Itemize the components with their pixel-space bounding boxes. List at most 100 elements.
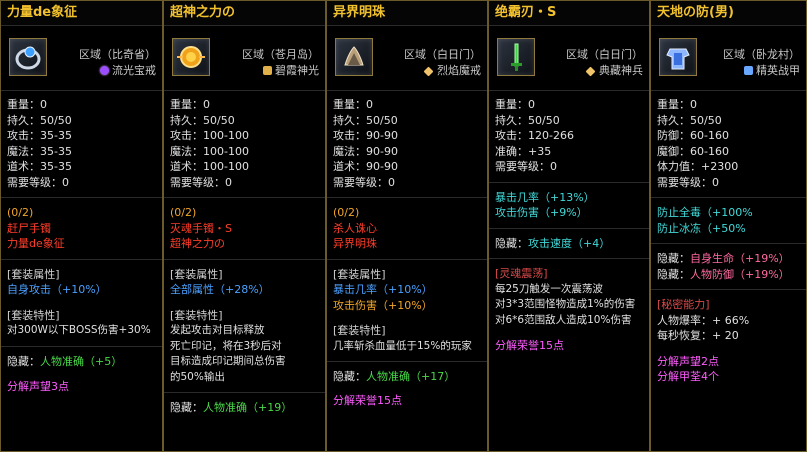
stat-durability: 持久：50/50 — [170, 113, 235, 127]
set-feature-header: [套装特性] — [7, 308, 60, 322]
item-stats: 重量：0 持久：50/50 攻击：120-266 准确：+35 需要等级：0 暴… — [489, 91, 649, 354]
set-name: 烈焰魔戒 — [423, 62, 481, 78]
set-item: 力量de象征 — [7, 237, 65, 250]
item-tooltip-1: 力量de象征 区域（比奇省） 流光宝戒 重量：0 持久：50/50 攻击：35-… — [0, 0, 163, 452]
secret-header: [秘密能力] — [657, 298, 710, 311]
decompose-reward: 分解甲荃4个 — [657, 370, 719, 383]
stat-attack: 攻击：35-35 — [7, 129, 72, 142]
set-item: 异界明珠 — [333, 237, 377, 250]
bonus-stat: 暴击几率（+13%） — [495, 190, 595, 204]
stat-durability: 持久：50/50 — [333, 113, 398, 127]
stat-weight: 重量：0 — [170, 98, 210, 111]
set-feature-line: 发起攻击对目标释放 — [170, 324, 265, 336]
divider — [1, 258, 162, 260]
stat-level: 需要等级：0 — [170, 175, 232, 189]
divider — [1, 197, 162, 198]
defense-bonus: 防止全毒（+100% — [657, 206, 753, 219]
gold-medal-item-icon[interactable] — [172, 38, 210, 76]
set-name: 碧霞神光 — [263, 62, 319, 78]
set-item: 超神之力の — [170, 237, 225, 250]
sword-item-icon[interactable] — [497, 38, 535, 76]
region-label: 区域（苍月岛） — [242, 48, 319, 61]
stat-hp: 体力值：+2300 — [657, 160, 739, 173]
divider — [164, 197, 325, 198]
stat-durability: 持久：50/50 — [495, 113, 560, 127]
stat-magic: 魔法：100-100 — [170, 144, 249, 158]
set-progress: (0/2) — [170, 206, 197, 219]
hidden-stat: 隐藏：人物准确（+17） — [333, 370, 456, 383]
stat-level: 需要等级：0 — [657, 175, 719, 189]
stat-durability: 持久：50/50 — [7, 113, 72, 127]
region-label: 区域（白日门） — [404, 48, 481, 61]
set-item: 灭魂手镯・S — [170, 221, 232, 235]
stat-weight: 重量：0 — [333, 98, 373, 111]
set-feature-line: 的50%输出 — [170, 370, 225, 383]
set-feature-line: 几率斩杀血量低于15%的玩家 — [333, 339, 472, 352]
hidden-stat: 隐藏：人物准确（+19） — [170, 401, 293, 414]
item-title: 力量de象征 — [1, 1, 162, 26]
stat-level: 需要等级：0 — [333, 175, 395, 189]
armor-item-icon[interactable] — [659, 38, 697, 76]
item-header: 区域（白日门） 典藏神兵 — [489, 26, 649, 91]
stat-accuracy: 准确：+35 — [495, 144, 552, 158]
item-tooltip-4: 绝霸刃・S 区域（白日门） 典藏神兵 重量：0 持久：50/50 攻击：120-… — [488, 0, 650, 452]
stat-magic: 魔法：35-35 — [7, 144, 72, 158]
set-feature-line: 目标造成印记期间总伤害 — [170, 355, 286, 367]
hidden-stat: 隐藏：攻击速度（+4） — [495, 236, 611, 250]
divider — [651, 197, 806, 198]
stat-attack: 攻击：90-90 — [333, 129, 398, 142]
secret-line: 人物爆率：+ 66% — [657, 313, 750, 327]
item-title: 绝霸刃・S — [489, 1, 649, 26]
stat-level: 需要等级：0 — [495, 160, 557, 173]
gold-diamond-icon — [585, 66, 596, 77]
set-item: 杀人诛心 — [333, 221, 377, 235]
stat-weight: 重量：0 — [7, 98, 47, 111]
set-feature-header: [套装特性] — [333, 324, 386, 337]
item-title: 异界明珠 — [327, 1, 487, 26]
special-line: 对3*3范围怪物造成1%的伤害 — [495, 298, 636, 310]
stat-magic-defense: 魔御：60-160 — [657, 144, 729, 158]
gold-emblem-icon — [263, 66, 272, 75]
defense-bonus: 防止冰冻（+50% — [657, 221, 746, 235]
stat-attack: 攻击：100-100 — [170, 129, 249, 142]
bonus-stat: 攻击伤害（+9%） — [495, 206, 588, 219]
special-line: 每25刀触发一次震荡波 — [495, 282, 603, 295]
blue-gear-icon — [744, 66, 753, 75]
divider — [651, 289, 806, 290]
stat-weight: 重量：0 — [495, 98, 535, 111]
divider — [489, 258, 649, 259]
set-progress: (0/2) — [333, 206, 360, 219]
set-feature-line: 对300W以下BOSS伤害+30% — [7, 324, 151, 336]
set-attr-header: [套装属性] — [7, 267, 60, 281]
item-title: 天地の防(男) — [651, 1, 806, 26]
stat-defense: 防御：60-160 — [657, 129, 729, 142]
set-name: 精英战甲 — [744, 62, 800, 78]
divider — [164, 392, 325, 393]
item-stats: 重量：0 持久：50/50 攻击：90-90 魔法：90-90 道术：90-90… — [327, 91, 487, 408]
set-attr-header: [套装属性] — [333, 267, 386, 281]
hidden-stat: 隐藏：自身生命（+19%） — [657, 252, 790, 265]
set-name: 典藏神兵 — [585, 62, 643, 78]
purple-swirl-icon — [100, 66, 109, 75]
stat-taoism: 道术：100-100 — [170, 160, 249, 173]
set-feature-header: [套装特性] — [170, 308, 223, 322]
item-header: 区域（苍月岛） 碧霞神光 — [164, 26, 325, 91]
item-tooltip-2: 超神之力の 区域（苍月岛） 碧霞神光 重量：0 持久：50/50 攻击：100-… — [163, 0, 326, 452]
region-label: 区域（比奇省） — [79, 48, 156, 61]
decompose-reward: 分解荣誉15点 — [495, 339, 564, 352]
stat-attack: 攻击：120-266 — [495, 129, 574, 142]
item-header: 区域（比奇省） 流光宝戒 — [1, 26, 162, 91]
stat-weight: 重量：0 — [657, 98, 697, 111]
divider — [489, 227, 649, 229]
ring-item-icon[interactable] — [9, 38, 47, 76]
item-stats: 重量：0 持久：50/50 防御：60-160 魔御：60-160 体力值：+2… — [651, 91, 806, 385]
decompose-reward: 分解荣誉15点 — [333, 393, 402, 407]
set-item: 赶尸手镯 — [7, 221, 51, 235]
stat-taoism: 道术：35-35 — [7, 160, 72, 173]
stat-durability: 持久：50/50 — [657, 113, 722, 127]
set-progress: (0/2) — [7, 206, 34, 219]
hidden-stat: 隐藏：人物准确（+5） — [7, 354, 123, 368]
item-stats: 重量：0 持久：50/50 攻击：100-100 魔法：100-100 道术：1… — [164, 91, 325, 416]
set-attr-line: 自身攻击（+10%） — [7, 283, 107, 296]
claw-item-icon[interactable] — [335, 38, 373, 76]
